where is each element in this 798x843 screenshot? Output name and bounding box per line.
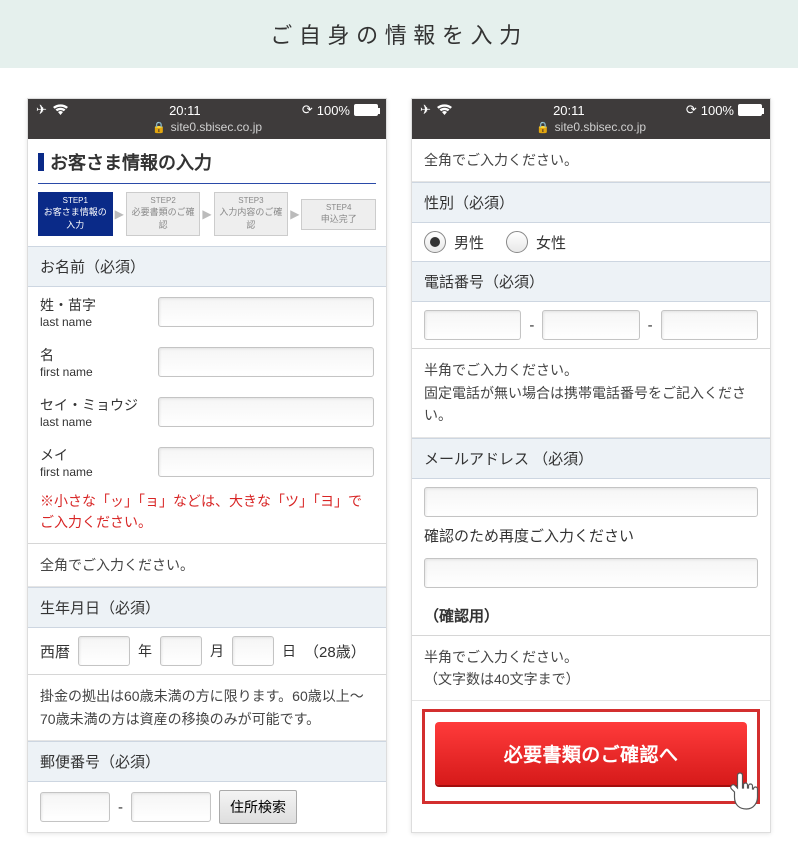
step-strip: STEP1お客さま情報の入力 ▶ STEP2必要書類のご確認 ▶ STEP3入力… [28,188,386,246]
phone1-input[interactable] [424,310,521,340]
phone-dash2: - [648,317,653,334]
email-confirm-label: 確認のため再度ご入力ください [424,525,634,546]
gender-section-header: 性別（必須） [412,182,770,223]
unit-month: 月 [210,641,224,661]
step-3: STEP3入力内容のご確認 [214,192,289,236]
firstname-kana-input[interactable] [158,447,374,477]
email-input[interactable] [424,487,758,517]
url-text: site0.sbisec.co.jp [555,120,646,134]
label-sei: 姓・苗字 [40,295,150,315]
email-confirm-header: （確認用） [412,596,770,635]
phone-right: ✈︎ 20:11 ⟳ 100% 🔒 site0.sbisec.co.jp 全角で… [411,98,771,833]
zip2-input[interactable] [131,792,211,822]
email-confirm-input[interactable] [424,558,758,588]
lock-icon: 🔒 [152,121,166,134]
status-time: 20:11 [169,103,201,118]
radio-male[interactable] [424,231,446,253]
zip1-input[interactable] [40,792,110,822]
step-1: STEP1お客さま情報の入力 [38,192,113,236]
email-section-header: メールアドレス （必須） [412,438,770,479]
label-mei-en: first name [40,365,150,379]
label-female: 女性 [536,232,566,253]
phone2-input[interactable] [542,310,639,340]
label-sei-en: last name [40,315,150,329]
name-section-header: お名前（必須） [28,246,386,287]
phone3-input[interactable] [661,310,758,340]
battery-icon [354,104,378,116]
chevron-right-icon: ▶ [115,207,124,221]
kana-note: ※小さな「ッ」「ョ」などは、大きな「ツ」「ヨ」でご入力ください。 [28,487,386,543]
chevron-right-icon: ▶ [290,207,299,221]
page-title: お客さま情報の入力 [28,139,386,183]
phone-section-header: 電話番号（必須） [412,261,770,302]
row-lastname: 姓・苗字last name [28,287,386,337]
label-era: 西暦 [40,641,70,662]
row-firstname-kana: メイfirst name [28,437,386,487]
label-mei: 名 [40,345,150,365]
status-bar: ✈︎ 20:11 ⟳ 100% [28,99,386,118]
wifi-icon [53,103,68,118]
label-mei-kana-en: first name [40,465,150,479]
row-phone: - - [412,302,770,348]
label-sei-kana-en: last name [40,415,150,429]
dob-year-input[interactable] [78,636,130,666]
lastname-input[interactable] [158,297,374,327]
email-note: 半角でご入力ください。 （文字数は40文字まで） [412,636,770,702]
pointer-icon [727,771,761,819]
row-zip: - 住所検索 [28,782,386,832]
chevron-right-icon: ▶ [202,207,211,221]
lock-icon: 🔒 [536,121,550,134]
phone-note: 半角でご入力ください。 固定電話が無い場合は携帯電話番号をご記入ください。 [412,349,770,437]
label-sei-kana: セイ・ミョウジ [40,395,150,415]
cta-wrap: 必要書類のご確認へ [422,709,760,804]
page-banner: ご自身の情報を入力 [0,0,798,68]
url-bar: 🔒 site0.sbisec.co.jp [28,118,386,139]
status-bar: ✈︎ 20:11 ⟳ 100% [412,99,770,118]
row-email [412,479,770,525]
url-text: site0.sbisec.co.jp [171,120,262,134]
zip-search-button[interactable]: 住所検索 [219,790,297,824]
zip-dash: - [118,799,123,816]
zenkaku-note-right: 全角でご入力ください。 [412,139,770,182]
row-lastname-kana: セイ・ミョウジlast name [28,387,386,437]
dob-section-header: 生年月日（必須） [28,587,386,628]
row-email-confirm [412,550,770,596]
airplane-icon: ✈︎ [36,102,47,118]
step-4: STEP4申込完了 [301,199,376,230]
unit-year: 年 [138,641,152,661]
row-firstname: 名first name [28,337,386,387]
row-email-confirm-label: 確認のため再度ご入力ください [412,525,770,550]
unit-day: 日 [282,641,296,661]
age-note: 掛金の拠出は60歳未満の方に限ります。60歳以上〜70歳未満の方は資産の移換のみ… [28,675,386,741]
phone-left: ✈︎ 20:11 ⟳ 100% 🔒 site0.sbisec.co.jp お客さ… [27,98,387,833]
label-male: 男性 [454,232,484,253]
status-battery-pct: 100% [701,103,734,118]
row-gender: 男性 女性 [412,223,770,261]
age-display: （28歳） [304,641,366,662]
battery-icon [738,104,762,116]
wifi-icon [437,103,452,118]
status-time: 20:11 [553,103,585,118]
page-title-text: お客さま情報の入力 [50,149,212,175]
firstname-input[interactable] [158,347,374,377]
lastname-kana-input[interactable] [158,397,374,427]
dob-day-input[interactable] [232,636,274,666]
row-dob: 西暦 年 月 日 （28歳） [28,628,386,674]
url-bar: 🔒 site0.sbisec.co.jp [412,118,770,139]
label-mei-kana: メイ [40,445,150,465]
status-battery-pct: 100% [317,103,350,118]
airplane-icon: ✈︎ [420,102,431,118]
status-battery-pct: ⟳ [302,102,313,118]
next-step-button[interactable]: 必要書類のご確認へ [435,722,747,785]
step-2: STEP2必要書類のご確認 [126,192,201,236]
dob-month-input[interactable] [160,636,202,666]
zenkaku-note: 全角でご入力ください。 [28,544,386,587]
phone-dash1: - [529,317,534,334]
phones-container: ✈︎ 20:11 ⟳ 100% 🔒 site0.sbisec.co.jp お客さ… [0,68,798,843]
title-accent [38,153,44,171]
radio-female[interactable] [506,231,528,253]
